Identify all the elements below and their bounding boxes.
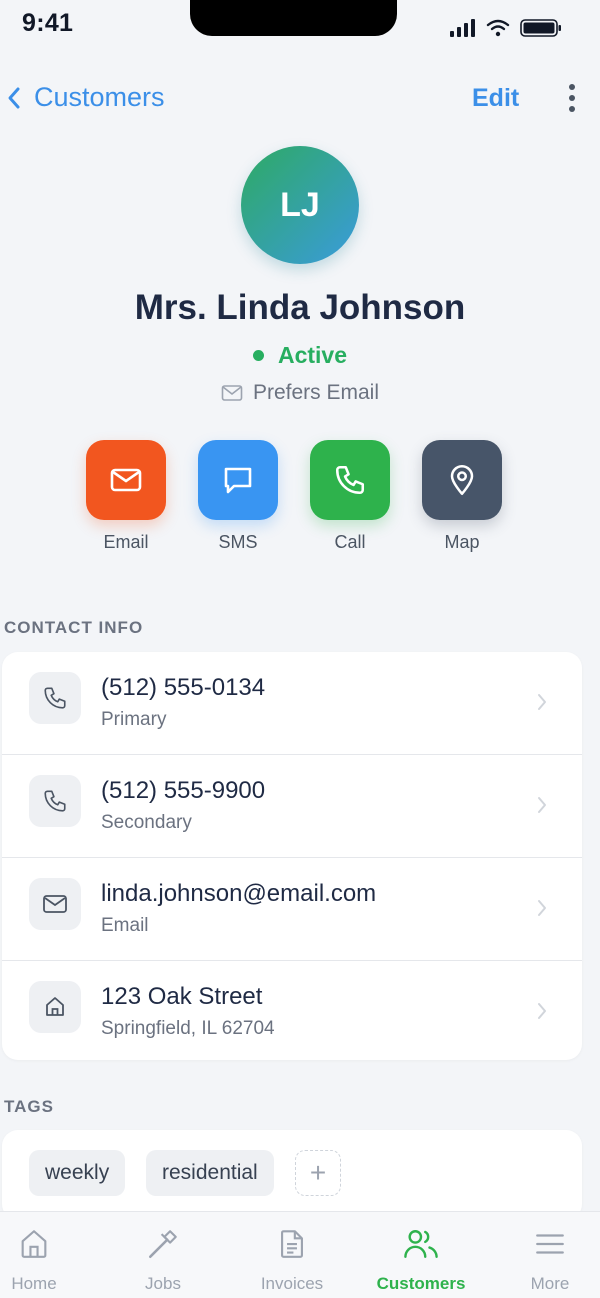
status-time: 9:41 [22, 9, 74, 37]
sms-action[interactable]: SMS [198, 440, 278, 553]
customer-profile: LJ Mrs. Linda Johnson Active Prefers Ema… [0, 146, 600, 405]
tag-chip[interactable]: weekly [29, 1150, 126, 1196]
status-bar: 9:41 [0, 0, 600, 52]
tags-header: TAGS [4, 1097, 54, 1116]
sms-action-label: SMS [218, 532, 258, 552]
contact-value: (512) 555-0134 [101, 674, 266, 701]
phone-icon [335, 465, 365, 495]
tags-card: weekly residential + [2, 1130, 582, 1220]
customer-name: Mrs. Linda Johnson [134, 288, 466, 327]
call-action[interactable]: Call [310, 440, 390, 553]
tab-customers[interactable]: Customers [361, 1226, 481, 1294]
menu-icon [536, 1234, 564, 1254]
contact-preference: Prefers Email [0, 381, 600, 405]
tab-label: Customers [376, 1274, 466, 1293]
call-button[interactable] [310, 440, 390, 520]
back-button[interactable]: Customers [4, 82, 165, 113]
chevron-right-icon [538, 1003, 546, 1019]
phone-icon [44, 790, 66, 812]
battery-icon [520, 19, 561, 37]
map-action-label: Map [444, 532, 480, 552]
chevron-left-icon [8, 87, 20, 108]
tab-label: Invoices [260, 1274, 324, 1293]
tab-more[interactable]: More [490, 1226, 600, 1294]
dot-icon [569, 106, 575, 112]
home-icon [46, 997, 64, 1016]
tab-label: More [530, 1274, 570, 1293]
message-icon [224, 467, 252, 494]
hammer-icon [148, 1230, 177, 1259]
map-action[interactable]: Map [422, 440, 502, 553]
dot-icon [569, 84, 575, 90]
tab-home[interactable]: Home [0, 1226, 94, 1294]
map-button[interactable] [422, 440, 502, 520]
tab-label: Jobs [145, 1274, 181, 1293]
device-notch [190, 0, 397, 36]
users-icon [404, 1230, 438, 1258]
chevron-right-icon [538, 900, 546, 916]
contact-type: Secondary [101, 812, 192, 833]
document-icon [281, 1230, 303, 1258]
contact-info-header: CONTACT INFO [4, 618, 144, 637]
tab-label: Home [11, 1274, 57, 1293]
tag-chip[interactable]: residential [146, 1150, 274, 1196]
row-icon-box [29, 775, 81, 827]
chevron-right-icon [538, 797, 546, 813]
phone-icon [44, 687, 66, 709]
home-icon [21, 1230, 47, 1258]
status-badge: Active [277, 342, 348, 368]
more-options-button[interactable] [558, 82, 586, 114]
contact-row-email[interactable]: linda.johnson@email.com Email [2, 858, 582, 961]
tab-jobs[interactable]: Jobs [103, 1226, 223, 1294]
contact-row-address[interactable]: 123 Oak Street Springfield, IL 62704 [2, 961, 582, 1060]
add-tag-button[interactable]: + [295, 1150, 341, 1196]
wifi-icon [486, 19, 510, 37]
row-icon-box [29, 981, 81, 1033]
contact-type: Springfield, IL 62704 [101, 1018, 275, 1039]
tab-invoices[interactable]: Invoices [232, 1226, 352, 1294]
back-label: Customers [34, 82, 165, 112]
dot-icon [569, 95, 575, 101]
edit-button[interactable]: Edit [472, 84, 519, 113]
status-row: Active [0, 342, 600, 369]
contact-value: (512) 555-9900 [101, 777, 266, 804]
signal-icon [450, 19, 475, 37]
map-pin-icon [450, 465, 474, 495]
status-icons [450, 18, 562, 38]
call-action-label: Call [334, 532, 366, 552]
email-action-label: Email [103, 532, 149, 552]
preference-label: Prefers Email [252, 381, 380, 404]
chevron-right-icon [538, 694, 546, 710]
mail-icon [221, 385, 243, 401]
avatar: LJ [241, 146, 359, 264]
contact-type: Primary [101, 709, 167, 730]
contact-row-primary-phone[interactable]: (512) 555-0134 Primary [2, 652, 582, 755]
contact-value: linda.johnson@email.com [101, 880, 377, 907]
nav-bar: Customers Edit [0, 70, 600, 126]
mail-icon [110, 468, 142, 492]
email-button[interactable] [86, 440, 166, 520]
contact-type: Email [101, 915, 149, 936]
contact-row-secondary-phone[interactable]: (512) 555-9900 Secondary [2, 755, 582, 858]
mail-icon [43, 895, 67, 913]
email-action[interactable]: Email [86, 440, 166, 553]
sms-button[interactable] [198, 440, 278, 520]
contact-value: 123 Oak Street [101, 983, 263, 1010]
row-icon-box [29, 878, 81, 930]
row-icon-box [29, 672, 81, 724]
status-dot-icon [252, 350, 264, 361]
contact-info-card: (512) 555-0134 Primary (512) 555-9900 Se… [2, 652, 582, 1060]
tab-bar: Home Jobs Invoices Customers More [0, 1211, 600, 1298]
